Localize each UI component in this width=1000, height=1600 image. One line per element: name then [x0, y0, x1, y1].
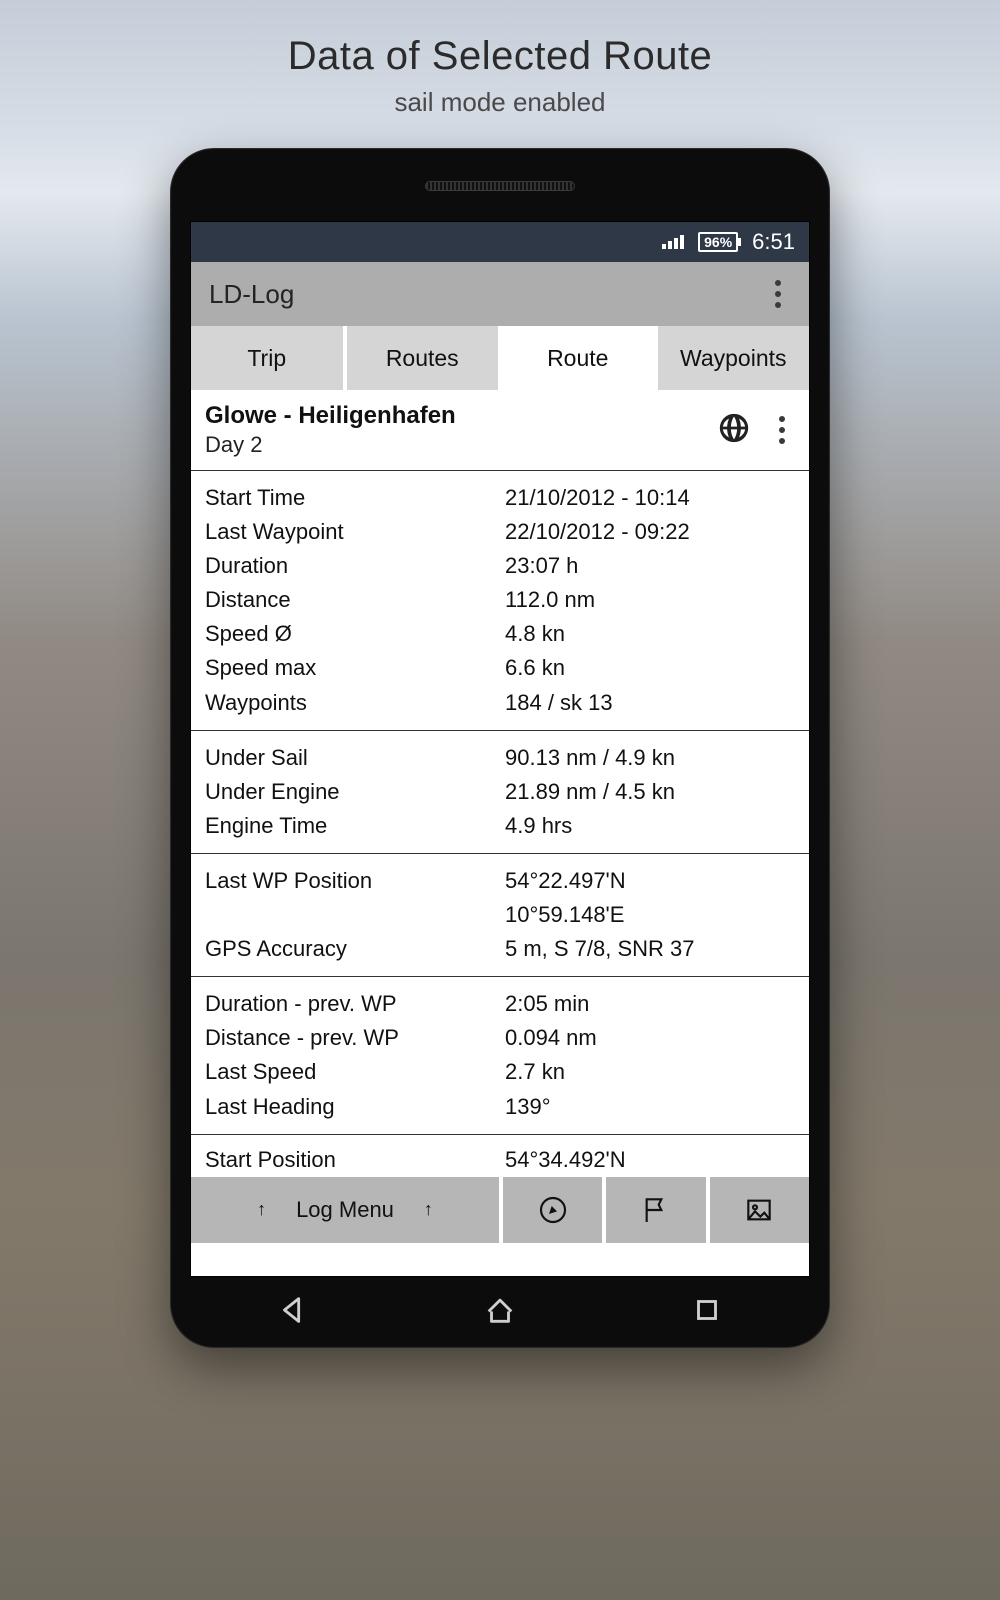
row-value: 2.7 kn	[505, 1055, 795, 1089]
bottom-toolbar: ↑ Log Menu ↑	[191, 1177, 809, 1243]
row-label: Speed max	[205, 651, 505, 685]
log-menu-button[interactable]: ↑ Log Menu ↑	[191, 1177, 499, 1243]
row-value: 2:05 min	[505, 987, 795, 1021]
row-label: Distance - prev. WP	[205, 1021, 505, 1055]
data-row: Duration - prev. WP2:05 min	[205, 987, 795, 1021]
nav-recent-button[interactable]	[690, 1293, 724, 1332]
row-label: Speed Ø	[205, 617, 505, 651]
data-row: Start Position 54°34.492'N	[205, 1143, 795, 1177]
route-subtitle: Day 2	[205, 432, 699, 458]
log-menu-label: Log Menu	[296, 1197, 394, 1223]
battery-indicator: 96%	[698, 232, 738, 252]
data-row: Last Speed2.7 kn	[205, 1055, 795, 1089]
row-label: Under Engine	[205, 775, 505, 809]
app-bar: LD-Log	[191, 262, 809, 326]
status-bar: 96% 6:51	[191, 222, 809, 262]
data-row: Duration23:07 h	[205, 549, 795, 583]
data-section: Under Sail90.13 nm / 4.9 knUnder Engine2…	[191, 731, 809, 854]
android-nav-bar	[190, 1277, 810, 1347]
section-overflow: Start Position 54°34.492'N	[191, 1135, 809, 1177]
data-row: GPS Accuracy5 m, S 7/8, SNR 37	[205, 932, 795, 966]
flag-button[interactable]	[606, 1177, 705, 1243]
row-value: 0.094 nm	[505, 1021, 795, 1055]
row-label: Distance	[205, 583, 505, 617]
route-overflow-button[interactable]	[769, 406, 795, 454]
row-value: 54°34.492'N	[505, 1143, 795, 1177]
compass-button[interactable]	[503, 1177, 602, 1243]
arrow-up-icon: ↑	[257, 1199, 266, 1220]
nav-back-button[interactable]	[276, 1293, 310, 1332]
row-value: 90.13 nm / 4.9 kn	[505, 741, 795, 775]
nav-home-button[interactable]	[483, 1293, 517, 1332]
row-value: 54°22.497'N	[505, 864, 795, 898]
route-title: Glowe - Heiligenhafen	[205, 402, 699, 430]
row-label: Under Sail	[205, 741, 505, 775]
data-row: Under Sail90.13 nm / 4.9 kn	[205, 741, 795, 775]
data-row: Last Heading139°	[205, 1090, 795, 1124]
row-label: Duration - prev. WP	[205, 987, 505, 1021]
row-value: 10°59.148'E	[505, 898, 795, 932]
row-label: Duration	[205, 549, 505, 583]
tab-waypoints[interactable]: Waypoints	[658, 326, 810, 390]
data-row: Distance112.0 nm	[205, 583, 795, 617]
page-title: Data of Selected Route	[288, 34, 713, 79]
row-label: Engine Time	[205, 809, 505, 843]
row-value: 6.6 kn	[505, 651, 795, 685]
image-button[interactable]	[710, 1177, 809, 1243]
row-value: 5 m, S 7/8, SNR 37	[505, 932, 795, 966]
row-label: Last Heading	[205, 1090, 505, 1124]
page-subtitle: sail mode enabled	[394, 87, 605, 118]
row-value: 112.0 nm	[505, 583, 795, 617]
data-row: Under Engine21.89 nm / 4.5 kn	[205, 775, 795, 809]
arrow-up-icon: ↑	[424, 1199, 433, 1220]
tab-trip[interactable]: Trip	[191, 326, 343, 390]
status-clock: 6:51	[752, 229, 795, 255]
signal-icon	[662, 235, 684, 249]
tab-routes[interactable]: Routes	[347, 326, 499, 390]
data-row: Last Waypoint22/10/2012 - 09:22	[205, 515, 795, 549]
row-value: 4.8 kn	[505, 617, 795, 651]
data-row: Speed max6.6 kn	[205, 651, 795, 685]
globe-icon[interactable]	[717, 411, 751, 450]
route-header: Glowe - Heiligenhafen Day 2	[191, 390, 809, 471]
data-row: Distance - prev. WP0.094 nm	[205, 1021, 795, 1055]
phone-screen: 96% 6:51 LD-Log Trip Routes Route Waypoi…	[190, 221, 810, 1277]
row-label: Start Time	[205, 481, 505, 515]
row-value: 22/10/2012 - 09:22	[505, 515, 795, 549]
tab-bar: Trip Routes Route Waypoints	[191, 326, 809, 390]
row-value: 139°	[505, 1090, 795, 1124]
row-value: 21.89 nm / 4.5 kn	[505, 775, 795, 809]
data-row: Speed Ø4.8 kn	[205, 617, 795, 651]
row-label: Waypoints	[205, 686, 505, 720]
row-value: 4.9 hrs	[505, 809, 795, 843]
data-row: Start Time21/10/2012 - 10:14	[205, 481, 795, 515]
data-section: Start Time21/10/2012 - 10:14Last Waypoin…	[191, 471, 809, 731]
row-label: GPS Accuracy	[205, 932, 505, 966]
tab-route[interactable]: Route	[502, 326, 654, 390]
data-row: 10°59.148'E	[205, 898, 795, 932]
row-value: 23:07 h	[505, 549, 795, 583]
data-row: Waypoints184 / sk 13	[205, 686, 795, 720]
row-value: 184 / sk 13	[505, 686, 795, 720]
data-section: Duration - prev. WP2:05 minDistance - pr…	[191, 977, 809, 1134]
data-row: Engine Time4.9 hrs	[205, 809, 795, 843]
row-label: Last Waypoint	[205, 515, 505, 549]
row-label: Last Speed	[205, 1055, 505, 1089]
row-value: 21/10/2012 - 10:14	[505, 481, 795, 515]
data-section: Last WP Position54°22.497'N10°59.148'EGP…	[191, 854, 809, 977]
phone-frame: 96% 6:51 LD-Log Trip Routes Route Waypoi…	[170, 148, 830, 1348]
appbar-overflow-button[interactable]	[765, 270, 791, 318]
phone-speaker	[425, 181, 575, 191]
row-label	[205, 898, 505, 932]
app-title: LD-Log	[209, 279, 294, 310]
data-row: Last WP Position54°22.497'N	[205, 864, 795, 898]
row-label: Start Position	[205, 1143, 505, 1177]
row-label: Last WP Position	[205, 864, 505, 898]
